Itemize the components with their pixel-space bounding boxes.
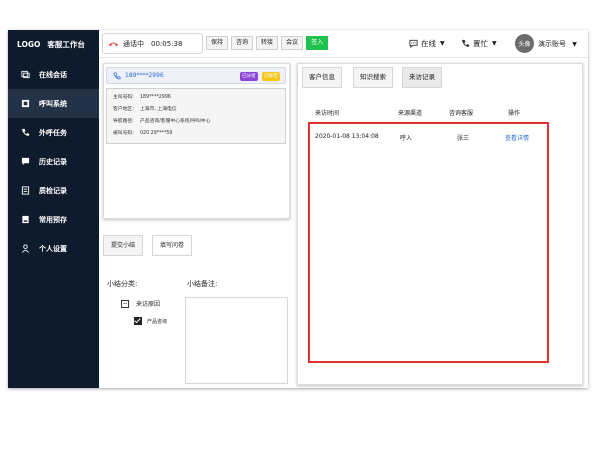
detail-key: 主叫号码: (113, 95, 134, 100)
hangup-phone-icon[interactable] (108, 40, 119, 48)
online-status-label: 在线 (421, 39, 436, 48)
sidebar-item-outbound[interactable]: 外呼任务 (8, 118, 99, 147)
column-header-action: 操作 (508, 110, 521, 117)
call-controls: 保持 咨询 转接 会议 签入 (206, 36, 331, 50)
detail-value: 189****2996 (140, 95, 171, 100)
tab-knowledge-search[interactable]: 知识搜索 (353, 67, 393, 88)
online-status-dropdown[interactable]: 在线 ▼ (409, 38, 445, 49)
sidebar-item-personal[interactable]: 个人设置 (8, 234, 99, 263)
detail-row: 被叫号码: 020 29****59 (113, 128, 285, 140)
call-timer: 00:05:38 (151, 39, 183, 48)
detail-key: 被叫号码: (113, 131, 134, 136)
avatar[interactable]: 头像 (515, 34, 534, 53)
column-header-channel: 来源渠道 (398, 110, 423, 117)
consult-button[interactable]: 咨询 (231, 36, 254, 50)
collapse-icon[interactable]: − (121, 299, 129, 308)
tree-node-product-inquiry[interactable]: 产品咨询 (134, 317, 167, 325)
phone-icon (461, 39, 470, 47)
sidebar: LOGO 客服工作台 在线会话 呼叫系统 外呼任务 历史记录 质检记录 常用预存… (8, 30, 99, 388)
app-window: LOGO 客服工作台 在线会话 呼叫系统 外呼任务 历史记录 质检记录 常用预存… (8, 30, 588, 388)
view-details-link[interactable]: 查看详情 (505, 133, 529, 142)
status-badge: 已静音 (262, 72, 280, 81)
busy-status-dropdown[interactable]: 置忙 ▼ (461, 38, 497, 49)
tab-submit-summary[interactable]: 提交小结 (103, 235, 144, 256)
conference-button[interactable]: 会议 (281, 36, 304, 50)
logo: LOGO (17, 39, 41, 49)
tree-node-label: 来访原因 (136, 301, 161, 308)
busy-status-label: 置忙 (473, 39, 488, 48)
sidebar-item-label: 在线会话 (39, 70, 67, 79)
app-header: LOGO 客服工作台 (8, 30, 99, 58)
detail-row: 主叫号码: 189****2996 (113, 92, 285, 104)
chevron-down-icon: ▼ (440, 40, 445, 47)
phone-system-icon (21, 99, 30, 108)
detail-value: 产品咨询/客服中心系统/呼叫中心 (140, 119, 211, 124)
caller-details: 主叫号码: 189****2996 客户地区: 上海市, 上海电信 导航路径: 产品咨… (106, 88, 286, 144)
caller-phone-bar: 189****2996 已分组 已静音 (106, 67, 286, 84)
detail-row: 导航路径: 产品咨询/客服中心系统/呼叫中心 (113, 116, 285, 128)
summary-notes-label: 小结备注: (187, 280, 218, 288)
sidebar-item-label: 历史记录 (39, 157, 67, 166)
sidebar-item-phone-system[interactable]: 呼叫系统 (8, 89, 99, 118)
sidebar-item-label: 呼叫系统 (39, 99, 67, 108)
record-channel: 呼入 (400, 135, 413, 142)
tab-questionnaire[interactable]: 填写问卷 (152, 235, 193, 256)
account-name: 演示账号 (538, 40, 566, 48)
detail-value: 020 29****59 (140, 131, 173, 136)
hold-button[interactable]: 保持 (206, 36, 229, 50)
sidebar-item-online-chat[interactable]: 在线会话 (8, 60, 99, 89)
detail-row: 客户地区: 上海市, 上海电信 (113, 104, 285, 116)
chat-bubble-icon (409, 39, 418, 48)
incoming-call-icon (113, 71, 121, 79)
status-badge: 已分组 (240, 72, 258, 81)
detail-value: 上海市, 上海电信 (140, 107, 177, 112)
record-time: 2020-01-08 13:04:08 (315, 133, 379, 140)
checkbox-checked-icon[interactable] (134, 317, 142, 325)
account-dropdown[interactable]: 演示账号 ▼ (538, 39, 577, 49)
transfer-button[interactable]: 转接 (256, 36, 279, 50)
column-header-time: 来访时间 (315, 110, 340, 117)
user-icon (21, 244, 30, 253)
saved-icon (22, 215, 29, 224)
record-agent: 张三 (457, 135, 470, 142)
quality-check-icon (21, 186, 30, 195)
chevron-down-icon: ▼ (492, 40, 497, 47)
online-chat-icon (21, 70, 30, 79)
tree-node-visit-reason[interactable]: − 来访原因 (121, 299, 160, 308)
summary-category-label: 小结分类: (107, 280, 138, 288)
detail-key: 客户地区: (113, 107, 134, 112)
caller-phone: 189****2996 (125, 72, 164, 79)
sidebar-item-label: 质检记录 (39, 186, 67, 195)
summary-panel: 提交小结 填写问卷 小结分类: 小结备注: − 来访原因 产品咨询 提交 (103, 235, 290, 385)
sidebar-item-label: 外呼任务 (39, 128, 67, 137)
sidebar-item-label: 个人设置 (39, 244, 67, 253)
top-bar: 通话中 00:05:38 保持 咨询 转接 会议 签入 在线 ▼ 置忙 ▼ 头像… (99, 30, 588, 58)
app-title: 客服工作台 (47, 39, 85, 49)
summary-notes-textarea[interactable] (185, 297, 288, 384)
sidebar-item-label: 常用预存 (39, 215, 67, 224)
detail-key: 导航路径: (113, 119, 134, 124)
tree-node-label: 产品咨询 (147, 318, 168, 325)
sidebar-item-history[interactable]: 历史记录 (8, 147, 99, 176)
highlight-box (308, 122, 549, 363)
sidebar-nav: 在线会话 呼叫系统 外呼任务 历史记录 质检记录 常用预存 个人设置 (8, 60, 99, 263)
sign-in-button[interactable]: 签入 (306, 36, 329, 50)
tab-customer-info[interactable]: 客户信息 (302, 67, 342, 88)
outbound-call-icon (21, 128, 30, 136)
column-header-agent: 咨询客服 (449, 110, 474, 117)
tab-visit-records[interactable]: 来访记录 (402, 67, 442, 88)
caller-info-panel: 189****2996 已分组 已静音 主叫号码: 189****2996 客户地… (103, 63, 290, 219)
history-icon (21, 157, 30, 166)
chevron-down-icon: ▼ (572, 41, 577, 48)
call-status-box: 通话中 00:05:38 (102, 33, 203, 54)
records-panel: 客户信息 知识搜索 来访记录 来访时间 来源渠道 咨询客服 操作 2020-01… (297, 63, 583, 385)
sidebar-item-saved[interactable]: 常用预存 (8, 205, 99, 234)
sidebar-item-quality[interactable]: 质检记录 (8, 176, 99, 205)
call-status: 通话中 (123, 39, 144, 48)
